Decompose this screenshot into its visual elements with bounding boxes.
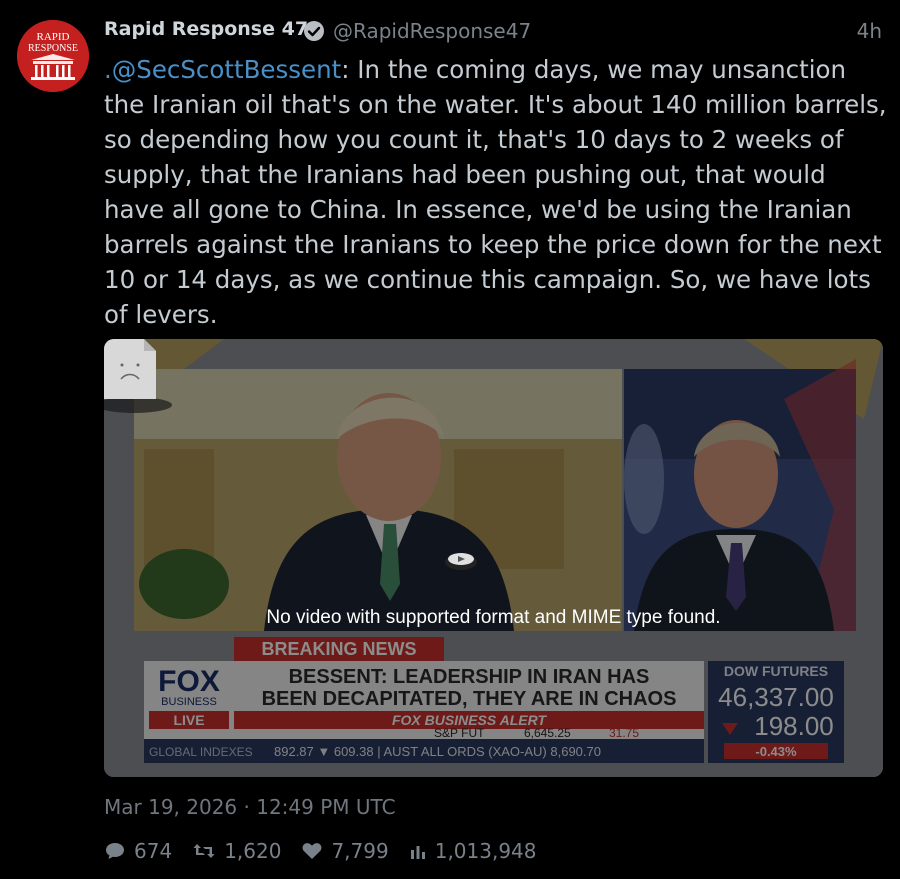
heart-icon [303, 843, 322, 859]
broken-video-icon [104, 339, 172, 413]
avatar-line2: RESPONSE [28, 43, 78, 54]
repost-count: 1,620 [224, 839, 282, 863]
video-error-message: No video with supported format and MIME … [266, 607, 721, 628]
reply-button[interactable]: 674 [104, 839, 172, 863]
views-button[interactable]: 1,013,948 [409, 839, 537, 863]
time-ago[interactable]: 4h [857, 19, 882, 43]
display-name[interactable]: Rapid Response 47 [104, 18, 308, 40]
engagement-bar: 674 1,620 7,799 1,013,948 [104, 836, 557, 866]
mention-link[interactable]: .@SecScottBessent [104, 55, 341, 84]
verified-badge-icon [304, 21, 324, 41]
like-button[interactable]: 7,799 [301, 839, 389, 863]
avatar[interactable]: RAPID RESPONSE [17, 20, 89, 92]
account-handle[interactable]: @RapidResponse47 [333, 19, 531, 43]
video-player[interactable]: BREAKING NEWS FOX BUSINESS LIVE BESSENT:… [104, 339, 883, 777]
reply-icon [106, 843, 124, 859]
rapid-response-logo: RAPID RESPONSE [17, 20, 89, 92]
play-icon[interactable] [444, 549, 478, 571]
video-overlay [104, 339, 883, 777]
avatar-line1: RAPID [36, 31, 69, 43]
repost-button[interactable]: 1,620 [192, 839, 281, 863]
tweet-text: .@SecScottBessent: In the coming days, w… [104, 52, 889, 332]
repost-icon [193, 844, 215, 858]
tweet-body: : In the coming days, we may unsanction … [104, 55, 887, 329]
tweet-timestamp[interactable]: Mar 19, 2026 · 12:49 PM UTC [104, 795, 396, 819]
like-count: 7,799 [331, 839, 389, 863]
analytics-icon [410, 846, 425, 859]
reply-count: 674 [134, 839, 173, 863]
view-count: 1,013,948 [434, 839, 537, 863]
